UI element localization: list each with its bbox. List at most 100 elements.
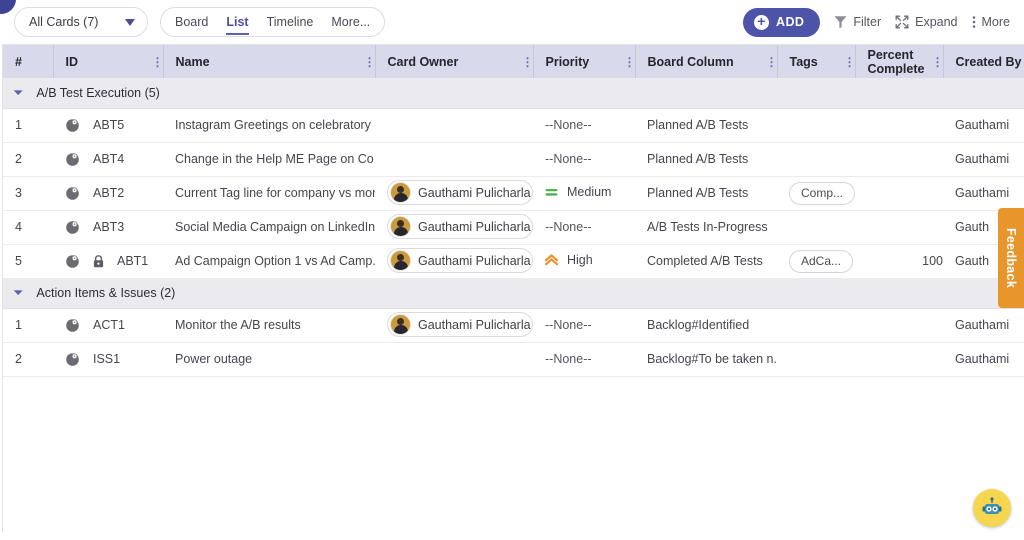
- row-name[interactable]: Ad Campaign Option 1 vs Ad Camp...: [163, 244, 375, 279]
- table-row[interactable]: 2 ISS1 Power outage --None-- Backlog#To be t…: [3, 342, 1024, 377]
- col-header-board-column-label: Board Column: [647, 54, 734, 69]
- col-menu-name-icon[interactable]: ⋮: [364, 56, 376, 68]
- filter-button[interactable]: Filter: [834, 15, 881, 29]
- table-header-row: # ID ⋮ Name ⋮ Card Owner ⋮ Priority ⋮ Board …: [3, 45, 1024, 78]
- add-button[interactable]: + ADD: [743, 7, 821, 37]
- row-name[interactable]: Monitor the A/B results: [163, 308, 375, 343]
- kebab-vertical-icon: [972, 16, 975, 28]
- tab-timeline-label: Timeline: [266, 15, 314, 29]
- col-header-priority-label: Priority: [545, 54, 590, 69]
- table-row[interactable]: 2 ABT4 Change in the Help ME Page on Co...…: [3, 142, 1024, 177]
- col-header-percent-complete-label: Percent Complete: [867, 47, 925, 76]
- priority-label: --None--: [545, 118, 592, 132]
- more-button[interactable]: More: [972, 15, 1010, 29]
- col-header-board-column[interactable]: Board Column ⋮: [635, 45, 778, 78]
- col-header-index[interactable]: #: [3, 45, 54, 78]
- row-percent-complete: [855, 342, 943, 377]
- add-button-label: ADD: [776, 15, 805, 29]
- row-name[interactable]: Power outage: [163, 342, 375, 377]
- tag-chip[interactable]: Comp...: [789, 181, 855, 205]
- col-header-card-owner[interactable]: Card Owner ⋮: [375, 45, 534, 78]
- group-header-cell: ⏷ Action Items & Issues (2): [3, 278, 1024, 309]
- chevron-down-icon[interactable]: ⏷: [13, 286, 23, 299]
- plus-circle-icon: +: [754, 14, 770, 30]
- row-board-column: A/B Tests In-Progress: [635, 210, 777, 245]
- row-percent-complete: [855, 176, 943, 211]
- row-card-owner: [375, 108, 533, 143]
- col-menu-card-owner-icon[interactable]: ⋮: [522, 56, 534, 68]
- card-owner-chip[interactable]: Gauthami Pulicharla: [387, 312, 533, 337]
- expand-button[interactable]: Expand: [895, 15, 958, 29]
- col-header-id[interactable]: ID ⋮: [53, 45, 164, 78]
- table-header: # ID ⋮ Name ⋮ Card Owner ⋮ Priority ⋮ Board …: [3, 45, 1024, 78]
- row-percent-complete: [855, 142, 943, 177]
- col-menu-percent-complete-icon[interactable]: ⋮: [932, 56, 944, 68]
- row-card-owner: Gauthami Pulicharla: [375, 308, 533, 343]
- row-id: ABT2: [93, 186, 125, 200]
- row-priority: --None--: [533, 210, 635, 245]
- robot-assistant-icon: [982, 497, 1002, 514]
- table-row[interactable]: 3 ABT2 Current Tag line for company vs mor…: [3, 176, 1024, 211]
- tag-chip[interactable]: AdCa...: [789, 249, 854, 273]
- row-name[interactable]: Current Tag line for company vs mor...: [163, 176, 375, 211]
- group-header-row[interactable]: ⏷ Action Items & Issues (2): [3, 278, 1024, 309]
- col-menu-id-icon[interactable]: ⋮: [152, 56, 164, 68]
- card-type-icon: [66, 220, 79, 234]
- priority-label: --None--: [545, 220, 592, 234]
- tab-board[interactable]: Board: [175, 8, 208, 36]
- card-owner-chip[interactable]: Gauthami Pulicharla: [387, 214, 533, 239]
- row-name[interactable]: Instagram Greetings on celebratory ...: [163, 108, 375, 143]
- tab-list[interactable]: List: [226, 8, 249, 36]
- col-header-tags-label: Tags: [789, 54, 818, 69]
- table-row[interactable]: 5 ABT1 Ad Campaign Option 1 vs Ad Camp... G…: [3, 244, 1024, 279]
- row-priority: --None--: [533, 108, 635, 143]
- col-header-percent-complete[interactable]: Percent Complete ⋮: [855, 45, 944, 78]
- row-card-owner: Gauthami Pulicharla: [375, 210, 533, 245]
- row-priority: Medium: [533, 176, 635, 211]
- chevron-down-icon[interactable]: ⏷: [13, 86, 23, 99]
- row-id: ABT4: [93, 152, 125, 166]
- col-menu-tags-icon[interactable]: ⋮: [844, 56, 856, 68]
- row-index: 5: [3, 244, 53, 279]
- table-row[interactable]: 1 ABT5 Instagram Greetings on celebratory …: [3, 108, 1024, 143]
- feedback-label: Feedback: [1004, 227, 1018, 289]
- row-index: 1: [3, 308, 53, 343]
- corner-avatar-blob: [0, 0, 16, 14]
- card-owner-chip[interactable]: Gauthami Pulicharla: [387, 180, 533, 205]
- all-cards-filter-select[interactable]: All Cards (7): [14, 7, 148, 37]
- row-board-column: Backlog#Identified: [635, 308, 777, 343]
- row-id-cell: ACT1: [53, 308, 163, 343]
- row-id-cell: ISS1: [53, 342, 163, 377]
- col-header-created-by[interactable]: Created By: [943, 45, 1024, 78]
- feedback-tab[interactable]: Feedback: [998, 208, 1024, 308]
- avatar: [390, 314, 411, 335]
- card-owner-name: Gauthami Pulicharla: [418, 317, 531, 332]
- row-index: 2: [3, 342, 53, 377]
- col-header-created-by-label: Created By: [955, 54, 1022, 69]
- col-menu-priority-icon[interactable]: ⋮: [624, 56, 636, 68]
- group-header-cell: ⏷ A/B Test Execution (5): [3, 78, 1024, 109]
- table-row[interactable]: 1 ACT1 Monitor the A/B results Gauthami Pul…: [3, 308, 1024, 343]
- funnel-icon: [834, 16, 847, 29]
- tab-more[interactable]: More...: [331, 8, 370, 36]
- tab-list-label: List: [226, 15, 249, 29]
- card-owner-name: Gauthami Pulicharla: [418, 253, 531, 268]
- row-name[interactable]: Change in the Help ME Page on Co...: [163, 142, 375, 177]
- col-header-priority[interactable]: Priority ⋮: [533, 45, 636, 78]
- row-name[interactable]: Social Media Campaign on LinkedIn ...: [163, 210, 375, 245]
- table-body: ⏷ A/B Test Execution (5) 1 ABT5 Instagram Gr…: [3, 78, 1024, 377]
- row-created-by: Gauthami: [943, 176, 1024, 211]
- group-header-row[interactable]: ⏷ A/B Test Execution (5): [3, 78, 1024, 109]
- bot-assistant-button[interactable]: [973, 489, 1011, 527]
- card-owner-chip[interactable]: Gauthami Pulicharla: [387, 248, 533, 273]
- row-id-cell: ABT2: [53, 176, 163, 211]
- row-percent-complete: [855, 108, 943, 143]
- table-row[interactable]: 4 ABT3 Social Media Campaign on LinkedIn .…: [3, 210, 1024, 245]
- avatar: [390, 216, 411, 237]
- tab-timeline[interactable]: Timeline: [267, 8, 314, 36]
- row-id: ISS1: [93, 352, 121, 366]
- col-header-tags[interactable]: Tags ⋮: [777, 45, 856, 78]
- col-menu-board-column-icon[interactable]: ⋮: [766, 56, 778, 68]
- col-header-name[interactable]: Name ⋮: [163, 45, 376, 78]
- col-header-index-label: #: [15, 54, 22, 69]
